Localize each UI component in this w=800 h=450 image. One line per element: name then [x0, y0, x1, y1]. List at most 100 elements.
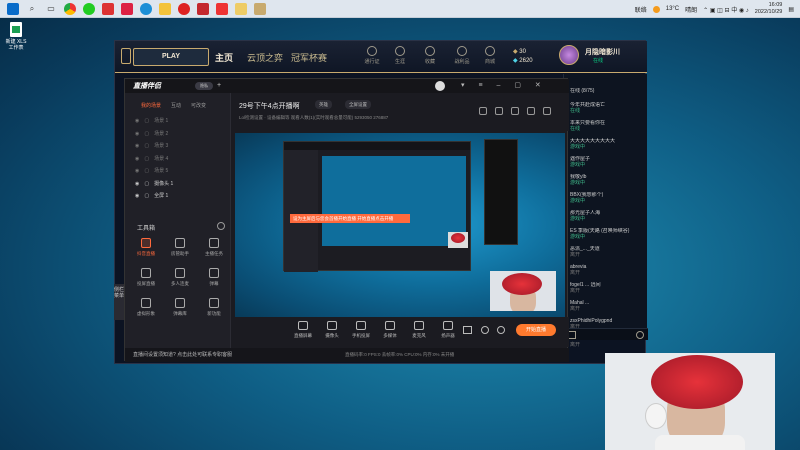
eye-icon[interactable]: ◉ — [135, 156, 139, 162]
share-icon[interactable] — [543, 107, 551, 115]
eye-icon[interactable]: ◉ — [135, 118, 139, 124]
nav-store[interactable]: 商城 — [479, 46, 501, 65]
app-icon[interactable] — [197, 2, 209, 15]
friend-list-item[interactable]: abrevia 离开 — [570, 264, 646, 276]
tool-item[interactable]: 主播任务 — [201, 238, 227, 257]
source-button[interactable]: 摄像头 — [320, 321, 344, 339]
source-button[interactable]: 扬声器 — [436, 321, 460, 339]
nav-loot[interactable]: 战利品 — [451, 46, 473, 65]
app-icon[interactable] — [216, 2, 228, 15]
friend-list-item[interactable]: 今年共赴成语亡 在线 — [570, 102, 646, 114]
player-name[interactable]: 月隐暗影川 — [585, 47, 620, 57]
tool-item[interactable]: 房管助手 — [167, 238, 193, 257]
tab-interact[interactable]: 互动 — [171, 103, 181, 109]
fullscreen-tag[interactable]: 全屏设置 — [345, 100, 371, 109]
start-live-button[interactable]: 开始直播 — [516, 324, 556, 336]
friend-list-item[interactable]: 恶派_..._天道 离开 — [570, 246, 646, 258]
scene-item[interactable]: ◉ ▢ 摄像头 1 — [135, 180, 173, 187]
eye-icon[interactable]: ◉ — [135, 193, 139, 199]
scene-item[interactable]: ◉ ▢ 场景 2 — [135, 130, 168, 137]
tool-item[interactable]: 投屏直播 — [133, 268, 159, 287]
lock-icon[interactable]: ▢ — [144, 168, 149, 174]
tab-other[interactable]: 可改变 — [191, 103, 206, 109]
tray-icons[interactable]: ⌃ ▣ ◫ ⊟ 中 ◉ ♪ — [703, 5, 749, 14]
player-status[interactable]: 在线 — [593, 57, 603, 64]
settings-icon[interactable] — [636, 331, 644, 339]
lock-icon[interactable]: ▢ — [144, 193, 149, 199]
lock-icon[interactable]: ▢ — [144, 181, 149, 187]
netease-icon[interactable] — [102, 2, 114, 15]
explorer-icon[interactable] — [159, 2, 171, 15]
friend-list-item[interactable]: Mahal ... 离开 — [570, 300, 646, 312]
scene-item[interactable]: ◉ ▢ 场景 1 — [135, 117, 168, 124]
lock-icon[interactable]: ▢ — [144, 156, 149, 162]
eye-icon[interactable]: ◉ — [135, 131, 139, 137]
netease-music-icon[interactable] — [178, 2, 190, 15]
lock-icon[interactable]: ▢ — [144, 143, 149, 149]
support-link[interactable]: 直播间设置须知道? 点击此处可联系专职客服 — [133, 351, 232, 358]
network-label[interactable]: 联络 — [635, 5, 647, 14]
nav-home[interactable]: 主页 — [215, 51, 233, 64]
tool-item[interactable]: 虚拟形象 — [133, 298, 159, 317]
nav-tft[interactable]: 云顶之弈 — [247, 51, 283, 64]
lock-icon[interactable] — [495, 107, 503, 115]
camera-toggle-icon[interactable] — [463, 326, 472, 334]
player-avatar[interactable] — [559, 45, 579, 65]
friend-list-item[interactable]: 那光屋子人海 游戏中 — [570, 210, 646, 222]
nav-pass[interactable]: 通行证 — [361, 46, 383, 65]
scene-item[interactable]: ◉ ▢ 场景 4 — [135, 155, 168, 162]
tool-item[interactable]: 弹幕 — [201, 268, 227, 287]
nav-collection[interactable]: 收藏 — [419, 46, 441, 65]
window-controls[interactable]: ▾ ≡ – ▢ ✕ — [461, 81, 547, 89]
lock-icon[interactable]: ▢ — [144, 131, 149, 137]
friend-list-item[interactable]: fogel1 ... 远间 离开 — [570, 282, 646, 294]
stream-title[interactable]: 29号下午4点开播啊 — [239, 101, 300, 111]
eye-icon[interactable]: ◉ — [135, 181, 139, 187]
tab-scenes[interactable]: 我的场景 — [141, 103, 161, 109]
tool-item[interactable]: 多人连麦 — [167, 268, 193, 287]
notification-icon[interactable]: ▤ — [788, 6, 794, 13]
lol-icon[interactable] — [254, 2, 266, 15]
wechat-icon[interactable] — [83, 2, 95, 15]
friend-list-item[interactable]: 我敬ylb 游戏中 — [570, 174, 646, 186]
scene-item[interactable]: ◉ ▢ 场景 3 — [135, 142, 168, 149]
scene-item[interactable]: ◉ ▢ 全屏 1 — [135, 192, 168, 199]
privacy-pill[interactable]: 隐私 — [195, 82, 213, 90]
clock[interactable]: 16:09 2022/10/29 — [755, 2, 783, 16]
chat-icon[interactable] — [568, 331, 576, 339]
app-icon[interactable] — [235, 2, 247, 15]
chrome-icon[interactable] — [64, 2, 76, 15]
tool-item[interactable]: 抖音直播 — [133, 238, 159, 257]
weather-temp[interactable]: 13°C — [666, 6, 679, 12]
currency[interactable]: ◆ 30 ◆ 2620 — [513, 48, 533, 66]
user-avatar-icon[interactable] — [435, 81, 445, 91]
scene-item[interactable]: ◉ ▢ 场景 5 — [135, 167, 168, 174]
source-button[interactable]: 直播屏幕 — [291, 321, 315, 339]
tool-item[interactable]: 弹幕库 — [167, 298, 193, 317]
edge-icon[interactable] — [140, 2, 152, 15]
settings-icon[interactable] — [497, 326, 505, 334]
friend-list-item[interactable]: BBX(我想那个) 游戏中 — [570, 192, 646, 204]
desktop-icon-xls[interactable]: 新建 XLS 工作表 — [3, 22, 29, 51]
nav-clash[interactable]: 冠军杯赛 — [291, 51, 327, 64]
source-button[interactable]: 手机投屏 — [349, 321, 373, 339]
friends-header[interactable]: 在线 (8/75) — [570, 88, 646, 94]
tool-item[interactable]: 新功能 — [201, 298, 227, 317]
source-button[interactable]: 麦克风 — [407, 321, 431, 339]
play-button[interactable]: PLAY — [133, 48, 209, 66]
layout-icon[interactable] — [511, 107, 519, 115]
nav-profile[interactable]: 生涯 — [389, 46, 411, 65]
add-icon[interactable]: + — [217, 82, 221, 89]
bell-icon[interactable] — [527, 107, 535, 115]
friend-list-item[interactable]: ES 季版(天路 (召唤师峡谷) 游戏中 — [570, 228, 646, 240]
stream-preview[interactable]: 设为主屏后与您会首播开始直播 开始直播点击开播 — [235, 133, 565, 317]
friend-list-item[interactable]: 大大大大大大大大大 游戏中 — [570, 138, 646, 150]
toolbox-settings-icon[interactable] — [217, 222, 225, 230]
lock-icon[interactable]: ▢ — [144, 118, 149, 124]
record-icon[interactable] — [481, 326, 489, 334]
windows-start-icon[interactable] — [7, 2, 19, 15]
search-icon[interactable]: ⌕ — [26, 3, 38, 15]
friend-list-item[interactable]: 本来只要看你在 在线 — [570, 120, 646, 132]
friend-list-item[interactable]: 遇作屋子 游戏中 — [570, 156, 646, 168]
eye-icon[interactable]: ◉ — [135, 168, 139, 174]
